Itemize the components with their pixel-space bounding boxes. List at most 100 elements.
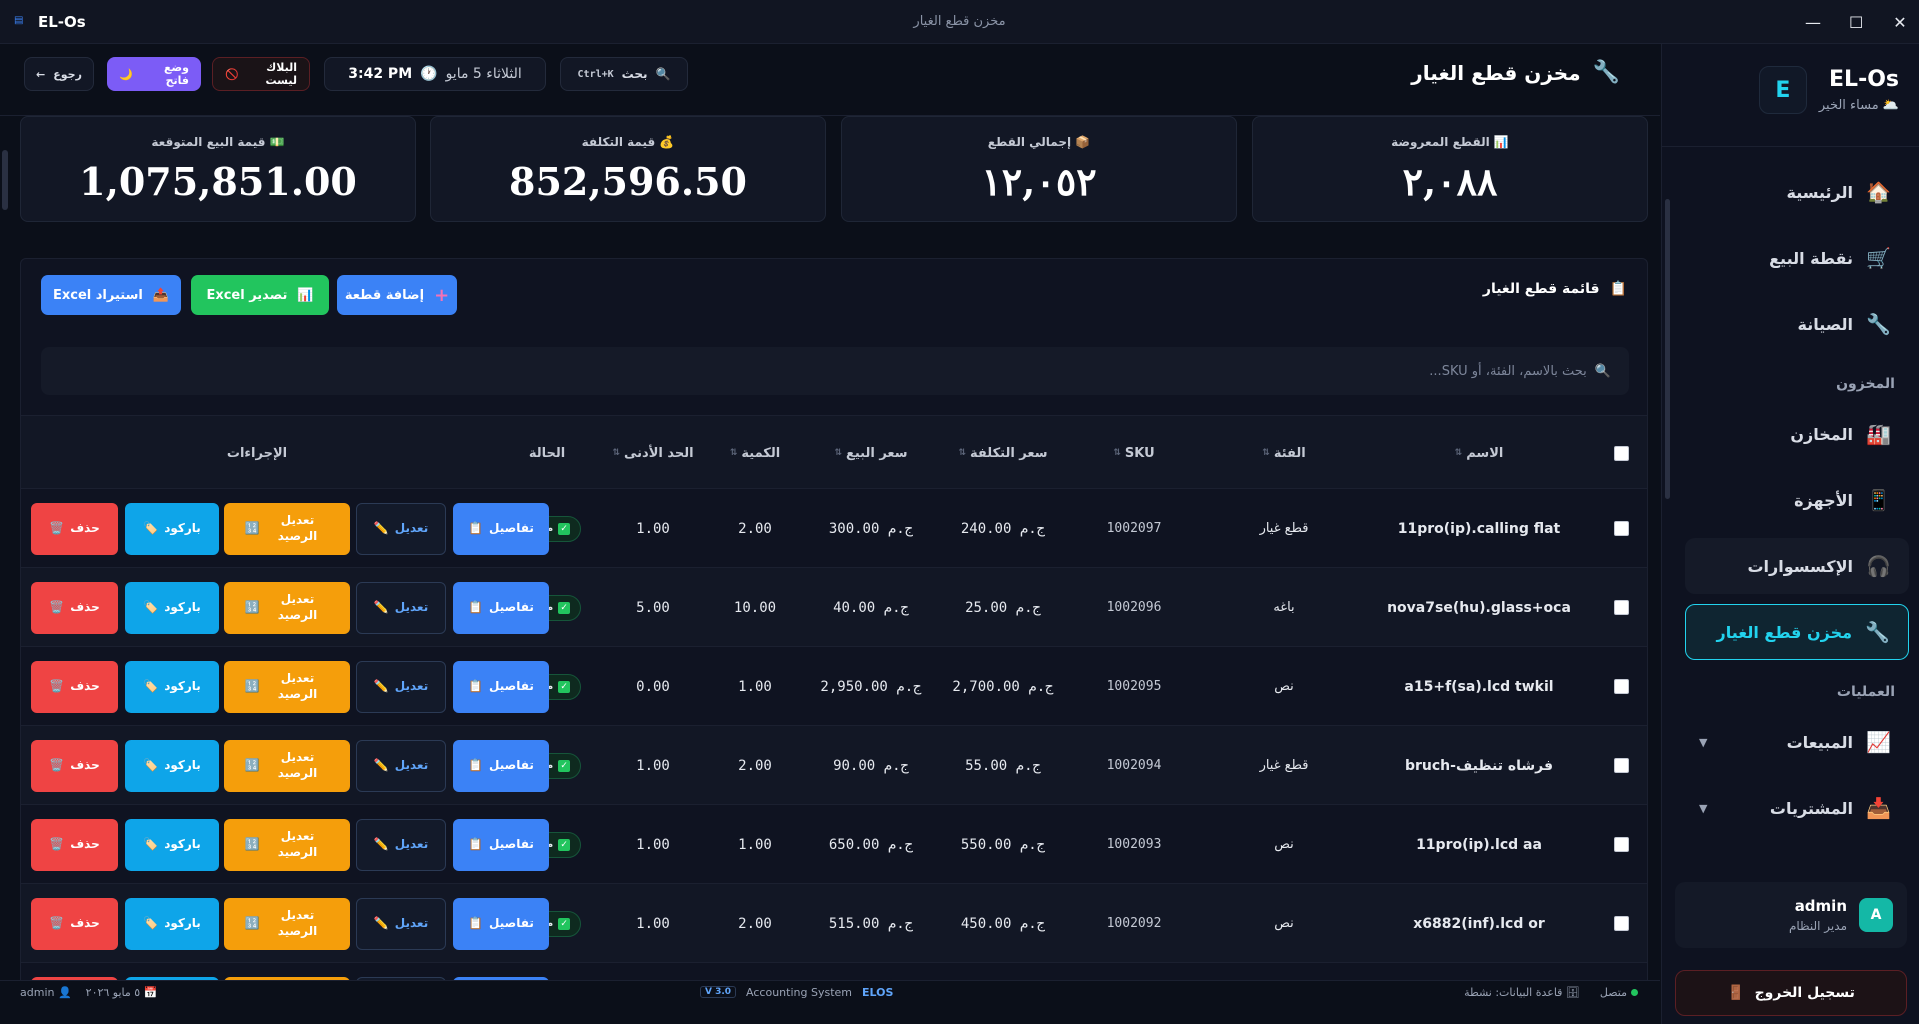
adjust-stock-button[interactable]: تعديل الرصيد 🔢 [224,503,350,555]
delete-button[interactable]: حذف 🗑️ [31,503,118,555]
barcode-button[interactable]: باركود 🏷️ [125,503,219,555]
adjust-stock-label: تعديل الرصيد [277,671,318,701]
adjust-stock-button[interactable]: تعديل الرصيد 🔢 [224,819,350,871]
edit-label: تعديل [394,916,429,931]
system-name: Accounting System [746,985,852,999]
numbers-icon: 🔢 [244,916,260,931]
sidebar-item-accessories[interactable]: 🎧 الإكسسوارات [1685,538,1909,594]
delete-button[interactable]: حذف 🗑️ [31,898,118,950]
minimize-icon[interactable]: — [1805,13,1821,32]
col-name-label: الاسم [1466,445,1504,461]
part-cost: 550.00 ج.م [960,836,1046,853]
sidebar-item-maintenance[interactable]: 🔧 الصيانة [1685,296,1909,352]
details-button[interactable]: تفاصيل 📋 [453,661,549,713]
global-search-button[interactable]: 🔍 بحث Ctrl+K [560,57,688,91]
delete-button[interactable]: حذف 🗑️ [31,819,118,871]
adjust-stock-button[interactable]: تعديل الرصيد 🔢 [224,661,350,713]
details-button[interactable]: تفاصيل 📋 [453,740,549,792]
row-checkbox[interactable] [1607,568,1635,647]
row-checkbox[interactable] [1607,647,1635,726]
clipboard-icon: 📋 [468,679,484,694]
main-scrollbar[interactable] [0,88,8,210]
import-excel-button[interactable]: 📤 استيراد Excel [41,275,181,315]
adjust-stock-label: تعديل الرصيد [277,908,318,938]
back-button[interactable]: رجوع ← [24,57,94,91]
stat-label: 💰 قيمة التكلفة [581,135,675,149]
app-name: EL-Os [38,13,86,31]
adjust-stock-button[interactable]: تعديل الرصيد 🔢 [224,898,350,950]
edit-button[interactable]: تعديل ✏️ [356,819,446,871]
blacklist-button[interactable]: البلاك ليست 🚫 [212,57,310,91]
col-cost-label: سعر التكلفة [970,445,1048,461]
sidebar-item-pos[interactable]: 🛒 نقطة البيع [1685,230,1909,286]
sort-icon: ⇅ [1113,448,1121,458]
sidebar-item-warehouses[interactable]: 🏭 المخازن [1685,406,1909,462]
adjust-stock-button[interactable]: تعديل الرصيد 🔢 [224,740,350,792]
details-button[interactable]: تفاصيل 📋 [453,898,549,950]
sidebar-item-sales[interactable]: 📈 المبيعات ▼ [1685,714,1909,770]
col-name[interactable]: الاسم ⇅ [1369,416,1589,490]
window-title: مخزن قطع الغيار [913,14,1006,29]
barcode-button[interactable]: باركود 🏷️ [125,661,219,713]
status-left: admin 👤 ٥ مايو ٢٠٢٦ 📅 [20,981,157,1003]
part-sku: 1002095 [1106,679,1162,694]
col-price[interactable]: سعر البيع ⇅ [805,416,937,490]
sidebar-item-home[interactable]: 🏠 الرئيسية [1685,164,1909,220]
barcode-button[interactable]: باركود 🏷️ [125,819,219,871]
database-icon: 🗄 [1562,985,1580,999]
close-icon[interactable]: ✕ [1893,13,1907,32]
table-row[interactable]: a15+f(sa).lcd twkil نص 1002095 2,700.00 … [21,647,1647,726]
adjust-stock-button[interactable]: تعديل الرصيد 🔢 [224,582,350,634]
logout-button[interactable]: تسجيل الخروج 🚪 [1675,970,1907,1016]
table-row[interactable]: 11pro(ip).calling flat قطع غيار 1002097 … [21,489,1647,568]
edit-button[interactable]: تعديل ✏️ [356,661,446,713]
delete-button[interactable]: حذف 🗑️ [31,582,118,634]
col-min[interactable]: الحد الأدنى ⇅ [601,416,705,490]
barcode-button[interactable]: باركود 🏷️ [125,740,219,792]
cart-icon: 🛒 [1866,246,1891,270]
col-actions-label: الإجراءات [226,445,288,461]
table-row[interactable]: 11pro(ip).lcd aa نص 1002093 550.00 ج.م 6… [21,805,1647,884]
select-all-checkbox[interactable] [1607,416,1635,490]
pencil-icon: ✏️ [373,521,389,536]
table-search-input[interactable]: 🔍 بحث بالاسم، الفئة، أو SKU... [41,347,1629,395]
sidebar-item-devices[interactable]: 📱 الأجهزة [1685,472,1909,528]
delete-button[interactable]: حذف 🗑️ [31,661,118,713]
table-row[interactable]: bruch-فرشاه تنظيف قطع غيار 1002094 55.00… [21,726,1647,805]
add-part-label: إضافة قطعة [344,287,425,303]
sidebar-item-label: الإكسسوارات [1747,556,1853,576]
col-cost[interactable]: سعر التكلفة ⇅ [937,416,1069,490]
theme-toggle-button[interactable]: وضع فاتح 🌙 [107,57,201,91]
sidebar-item-label: الرئيسية [1786,182,1854,202]
part-category: قطع غيار [1259,521,1309,536]
check-icon: ✓ [558,838,571,851]
sidebar-item-spare-parts[interactable]: 🔧 مخزن قطع الغيار [1685,604,1909,660]
sidebar-item-purchases[interactable]: 📥 المشتريات ▼ [1685,780,1909,836]
row-checkbox[interactable] [1607,805,1635,884]
row-checkbox[interactable] [1607,489,1635,568]
details-button[interactable]: تفاصيل 📋 [453,819,549,871]
add-part-button[interactable]: + إضافة قطعة [337,275,457,315]
part-sku: 1002097 [1106,521,1162,536]
edit-button[interactable]: تعديل ✏️ [356,740,446,792]
col-qty[interactable]: الكمية ⇅ [705,416,805,490]
col-category[interactable]: الفئة ⇅ [1199,416,1369,490]
row-checkbox[interactable] [1607,726,1635,805]
edit-button[interactable]: تعديل ✏️ [356,898,446,950]
sidebar-scrollbar[interactable] [1664,154,1670,874]
edit-button[interactable]: تعديل ✏️ [356,582,446,634]
barcode-button[interactable]: باركود 🏷️ [125,582,219,634]
edit-button[interactable]: تعديل ✏️ [356,503,446,555]
delete-button[interactable]: حذف 🗑️ [31,740,118,792]
maximize-icon[interactable]: ☐ [1849,13,1863,32]
row-checkbox[interactable] [1607,884,1635,963]
table-row[interactable]: x6882(inf).lcd or نص 1002092 450.00 ج.م … [21,884,1647,963]
barcode-button[interactable]: باركود 🏷️ [125,898,219,950]
search-icon: 🔍 [1594,363,1611,379]
col-sku[interactable]: SKU ⇅ [1069,416,1199,490]
user-card[interactable]: A admin مدير النظام [1675,882,1907,948]
details-button[interactable]: تفاصيل 📋 [453,582,549,634]
table-row[interactable]: nova7se(hu).glass+oca باغه 1002096 25.00… [21,568,1647,647]
details-button[interactable]: تفاصيل 📋 [453,503,549,555]
export-excel-button[interactable]: 📊 تصدير Excel [191,275,329,315]
